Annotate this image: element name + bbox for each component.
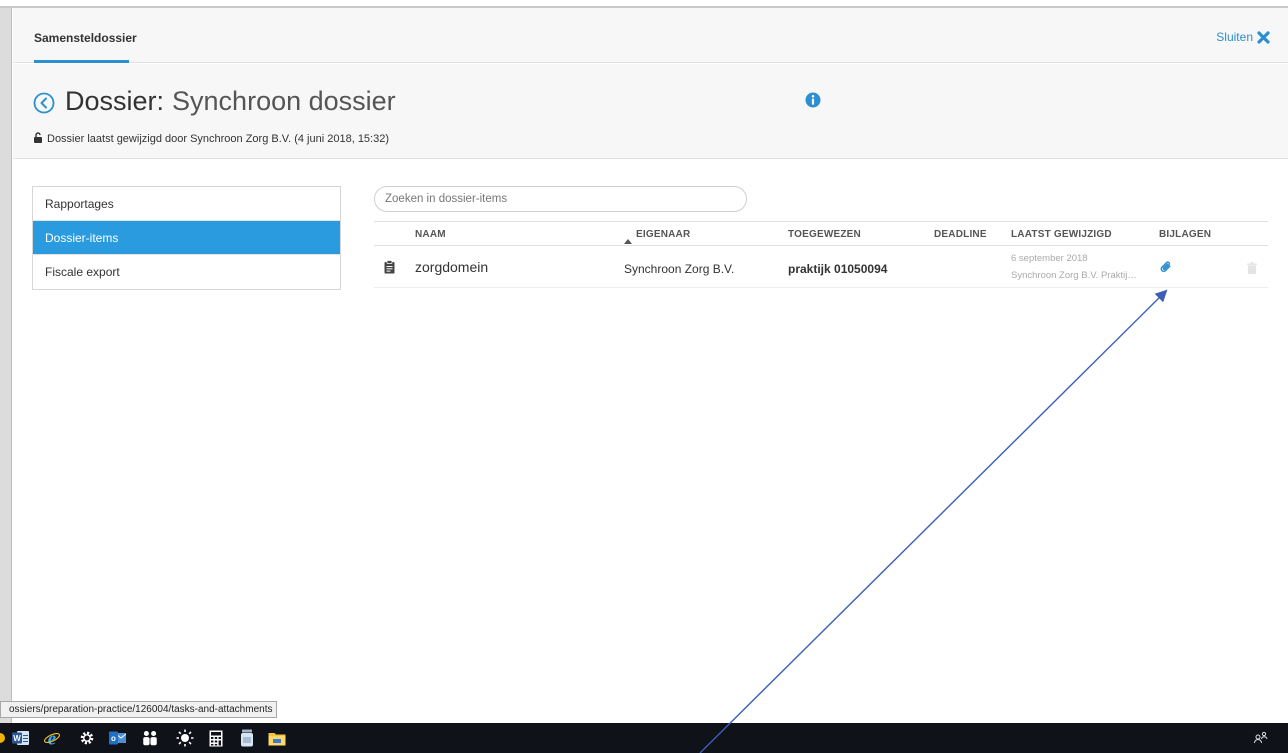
- background-page-edge: [0, 8, 12, 723]
- table-header: NAAM EIGENAAR TOEGEWEZEN DEADLINE LAATST…: [374, 221, 1268, 246]
- item-name[interactable]: zorgdomein: [415, 259, 488, 275]
- people-icon[interactable]: [141, 729, 159, 747]
- item-modified-date: 6 september 2018: [1011, 253, 1088, 264]
- title-area: Dossier: Synchroon dossier Dossier laatst…: [13, 64, 1288, 159]
- column-header-naam[interactable]: NAAM: [415, 229, 446, 240]
- column-header-bijlagen[interactable]: BIJLAGEN: [1159, 229, 1211, 240]
- svg-text:W: W: [13, 734, 21, 743]
- last-modified-text: Dossier laatst gewijzigd door Synchroon …: [47, 133, 390, 145]
- search-input[interactable]: [374, 186, 747, 212]
- trash-icon[interactable]: [1247, 261, 1257, 279]
- item-owner: Synchroon Zorg B.V.: [624, 262, 735, 276]
- info-icon[interactable]: [805, 92, 821, 108]
- column-header-eigenaar[interactable]: EIGENAAR: [636, 229, 690, 240]
- modal-header: Samensteldossier Sluiten: [13, 8, 1288, 63]
- word-icon[interactable]: W: [12, 729, 30, 747]
- svg-text:o: o: [111, 734, 116, 743]
- nav-item-rapportages[interactable]: Rapportages: [33, 187, 340, 221]
- nav-item-fiscale-export[interactable]: Fiscale export: [33, 255, 340, 289]
- page-title-subject: Synchroon dossier: [172, 86, 396, 116]
- item-modified-by: Synchroon Zorg B.V. Praktijk ...: [1011, 270, 1139, 281]
- close-icon: [1257, 30, 1270, 44]
- status-url-tooltip: ossiers/preparation-practice/126004/task…: [0, 701, 278, 718]
- windows-taskbar: W e o: [0, 723, 1288, 753]
- settings-icon[interactable]: [78, 729, 96, 747]
- start-edge-icon[interactable]: [0, 729, 6, 747]
- internet-explorer-icon[interactable]: e: [43, 728, 61, 748]
- column-header-deadline[interactable]: DEADLINE: [934, 229, 987, 240]
- outlook-icon[interactable]: o: [109, 729, 127, 747]
- last-modified-info: Dossier laatst gewijzigd door Synchroon …: [33, 132, 389, 146]
- tab-samensteldossier[interactable]: Samensteldossier: [34, 31, 137, 45]
- dossier-items-table: NAAM EIGENAAR TOEGEWEZEN DEADLINE LAATST…: [374, 221, 1268, 288]
- side-nav: Rapportages Dossier-items Fiscale export: [32, 186, 341, 290]
- clipboard-icon: [384, 260, 395, 279]
- dossier-modal: Samensteldossier Sluiten Dossier: Synchro…: [13, 8, 1288, 723]
- item-assigned: praktijk 01050094: [788, 262, 888, 276]
- column-header-laatst-gewijzigd[interactable]: LAATST GEWIJZIGD: [1011, 229, 1112, 240]
- close-label: Sluiten: [1216, 30, 1253, 44]
- page-title-label: Dossier:: [65, 86, 165, 116]
- back-circle-icon[interactable]: [33, 92, 55, 114]
- brightness-icon[interactable]: [176, 729, 194, 747]
- svg-text:e: e: [48, 728, 56, 748]
- paperclip-icon[interactable]: [1160, 260, 1172, 278]
- table-row[interactable]: zorgdomein Synchroon Zorg B.V. praktijk …: [374, 246, 1268, 288]
- column-header-toegewezen[interactable]: TOEGEWEZEN: [788, 229, 861, 240]
- active-tab-indicator: [34, 60, 129, 63]
- jar-icon[interactable]: [238, 729, 256, 747]
- file-explorer-icon[interactable]: [268, 729, 286, 747]
- unlock-icon: [33, 132, 43, 146]
- calculator-icon[interactable]: [207, 729, 225, 747]
- nav-item-dossier-items[interactable]: Dossier-items: [33, 221, 340, 255]
- people-tray-icon[interactable]: [1254, 731, 1268, 746]
- page-title: Dossier: Synchroon dossier: [65, 86, 396, 117]
- close-button[interactable]: Sluiten: [1216, 30, 1270, 44]
